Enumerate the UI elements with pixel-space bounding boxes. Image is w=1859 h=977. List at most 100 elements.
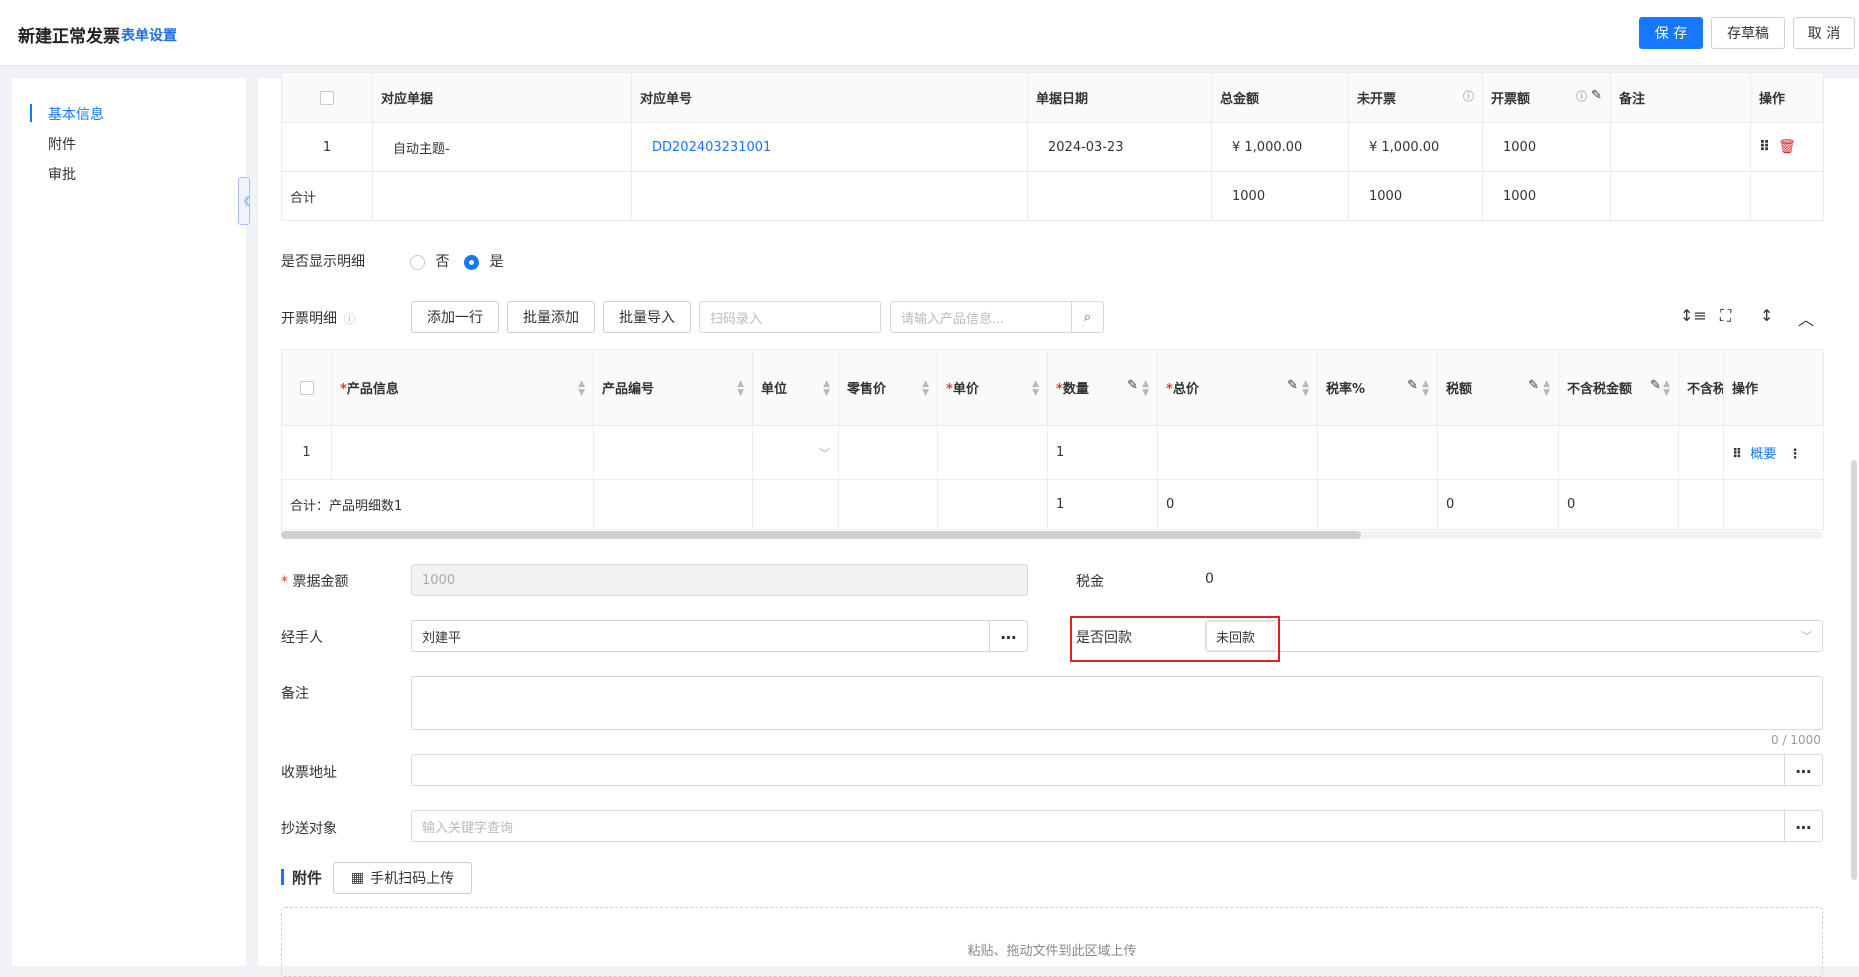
edit-icon[interactable]: ✎	[1591, 88, 1602, 103]
detail-quantity-cell[interactable]: 1	[1047, 425, 1158, 480]
help-icon[interactable]: ⓘ	[1576, 88, 1587, 104]
col-date: 单据日期	[1027, 72, 1212, 123]
row-invoice-amount[interactable]: 1000	[1482, 122, 1611, 172]
detail-sum-empty-unit	[752, 479, 839, 530]
search-icon[interactable]: ⌕	[1071, 302, 1103, 332]
detail-product-info-cell[interactable]	[331, 425, 594, 480]
address-picker-button[interactable]: ⋯	[1784, 755, 1822, 787]
product-search-input[interactable]: 请输入产品信息... ⌕	[890, 301, 1104, 333]
required-mark: *	[1166, 381, 1173, 397]
col-unit-label: 单位	[761, 381, 788, 397]
col-net-amount: 不含税金额 ▲ ▼ ✎	[1558, 349, 1679, 426]
mobile-upload-label: 手机扫码上传	[370, 871, 455, 887]
select-all-cell[interactable]	[281, 72, 373, 123]
handler-field[interactable]: 刘建平 ⋯	[411, 620, 1028, 653]
amount-field: 1000	[411, 564, 1028, 596]
detail-total-price-cell[interactable]	[1157, 425, 1318, 480]
chevron-down-icon: ﹀	[1801, 630, 1812, 643]
sort-icon[interactable]: ▲ ▼	[1422, 379, 1429, 398]
col-product-info-label: 产品信息	[346, 381, 399, 397]
help-icon[interactable]: ⓘ	[1463, 88, 1474, 104]
edit-icon[interactable]: ✎	[1287, 378, 1298, 393]
detail-tax-cell[interactable]	[1437, 425, 1559, 480]
sort-icon[interactable]: ▲ ▼	[1302, 379, 1309, 398]
vertical-scrollbar[interactable]	[1851, 460, 1857, 880]
sidebar-collapse-handle[interactable]: 《	[238, 177, 250, 225]
scan-input[interactable]: 扫码录入	[699, 301, 881, 333]
drag-handle-icon[interactable]: ⠿	[1759, 139, 1770, 155]
radio-no[interactable]: 否	[410, 251, 449, 271]
detail-select-all-checkbox[interactable]	[299, 380, 314, 395]
cancel-button[interactable]: 取 消	[1793, 17, 1855, 49]
select-all-checkbox[interactable]	[320, 90, 334, 105]
row-index: 1	[281, 122, 373, 172]
remark-textarea[interactable]	[411, 676, 1823, 730]
handler-picker-button[interactable]: ⋯	[989, 621, 1027, 653]
repaid-select[interactable]: 未回款 ﹀	[1205, 620, 1823, 652]
more-vertical-icon[interactable]: ⋮	[1788, 447, 1801, 462]
summary-link[interactable]: 概要	[1750, 447, 1776, 462]
fullscreen-icon[interactable]: ⛶	[1720, 306, 1731, 326]
batch-add-button[interactable]: 批量添加	[507, 301, 595, 333]
radio-yes[interactable]: 是	[464, 251, 503, 271]
radio-no-circle[interactable]	[410, 254, 425, 270]
detail-net-amount-cell[interactable]	[1558, 425, 1679, 480]
col-doc: 对应单据	[372, 72, 632, 123]
drag-handle-icon[interactable]: ⠿	[1732, 447, 1742, 462]
sidebar-item-basic-info[interactable]: 基本信息	[48, 104, 104, 124]
sort-icon[interactable]: ▲ ▼	[737, 379, 744, 398]
detail-unit-price-cell[interactable]	[937, 425, 1048, 480]
col-uninvoiced-label: 未开票	[1357, 92, 1397, 107]
detail-sum-row: 合计：产品明细数1 1 0 0 0	[281, 479, 1824, 530]
col-total-price: *总价 ▲ ▼ ✎	[1157, 349, 1318, 426]
sidebar-item-approval[interactable]: 审批	[48, 164, 76, 184]
page-header: 新建正常发票 表单设置 保 存 存草稿 取 消	[0, 0, 1859, 66]
save-button[interactable]: 保 存	[1639, 17, 1703, 49]
row-remark[interactable]	[1610, 122, 1751, 172]
sort-icon[interactable]: ▲ ▼	[823, 379, 830, 398]
help-icon[interactable]: ⓘ	[343, 312, 355, 326]
detail-tax-rate-cell[interactable]	[1317, 425, 1438, 480]
row-doc-no-link[interactable]: DD202403231001	[631, 122, 1028, 172]
form-settings-link[interactable]: 表单设置	[121, 25, 177, 45]
edit-icon[interactable]: ✎	[1528, 378, 1539, 393]
add-row-button[interactable]: 添加一行	[411, 301, 499, 333]
horizontal-scroll-thumb[interactable]	[281, 531, 1361, 539]
row-height-icon[interactable]: ↕≡	[1680, 306, 1707, 325]
required-mark: *	[946, 381, 953, 397]
cc-field[interactable]: 输入关键字查询 ⋯	[411, 810, 1823, 843]
save-draft-button[interactable]: 存草稿	[1711, 17, 1785, 49]
required-mark: *	[340, 381, 347, 397]
expand-vertical-icon[interactable]: ↕	[1760, 306, 1773, 325]
sidebar-item-attachment[interactable]: 附件	[48, 134, 76, 154]
upload-dropzone[interactable]: 粘贴、拖动文件到此区域上传	[281, 907, 1823, 977]
address-field[interactable]: ⋯	[411, 754, 1823, 787]
col-doc-no: 对应单号	[631, 72, 1028, 123]
mobile-upload-button[interactable]: ▦ 手机扫码上传	[333, 862, 472, 894]
edit-icon[interactable]: ✎	[1407, 378, 1418, 393]
detail-sum-label: 合计：产品明细数1	[281, 479, 594, 530]
sort-icon[interactable]: ▲ ▼	[1663, 379, 1670, 398]
detail-sum-tax: 0	[1437, 479, 1559, 530]
detail-select-all-cell[interactable]	[281, 349, 332, 426]
sum-empty-doc-no	[631, 171, 1028, 221]
required-mark: *	[1056, 381, 1063, 397]
detail-unit-select[interactable]: ﹀	[752, 425, 839, 480]
chevron-up-icon[interactable]: ︿	[1798, 306, 1814, 330]
sort-icon[interactable]: ▲ ▼	[1142, 379, 1149, 398]
col-tax-rate-label: 税率%	[1326, 381, 1366, 397]
horizontal-scrollbar[interactable]	[281, 531, 1823, 539]
radio-yes-circle[interactable]	[464, 254, 479, 270]
sort-icon[interactable]: ▲ ▼	[578, 379, 585, 398]
cc-picker-button[interactable]: ⋯	[1784, 811, 1822, 843]
detail-sum-total: 0	[1157, 479, 1318, 530]
sort-icon[interactable]: ▲ ▼	[922, 379, 929, 398]
delete-icon[interactable]: 🗑	[1778, 139, 1796, 155]
cc-label: 抄送对象	[281, 821, 337, 837]
edit-icon[interactable]: ✎	[1650, 378, 1661, 393]
sum-label: 合计	[281, 171, 373, 221]
edit-icon[interactable]: ✎	[1127, 378, 1138, 393]
sort-icon[interactable]: ▲ ▼	[1543, 379, 1550, 398]
batch-import-button[interactable]: 批量导入	[603, 301, 691, 333]
sort-icon[interactable]: ▲ ▼	[1032, 379, 1039, 398]
